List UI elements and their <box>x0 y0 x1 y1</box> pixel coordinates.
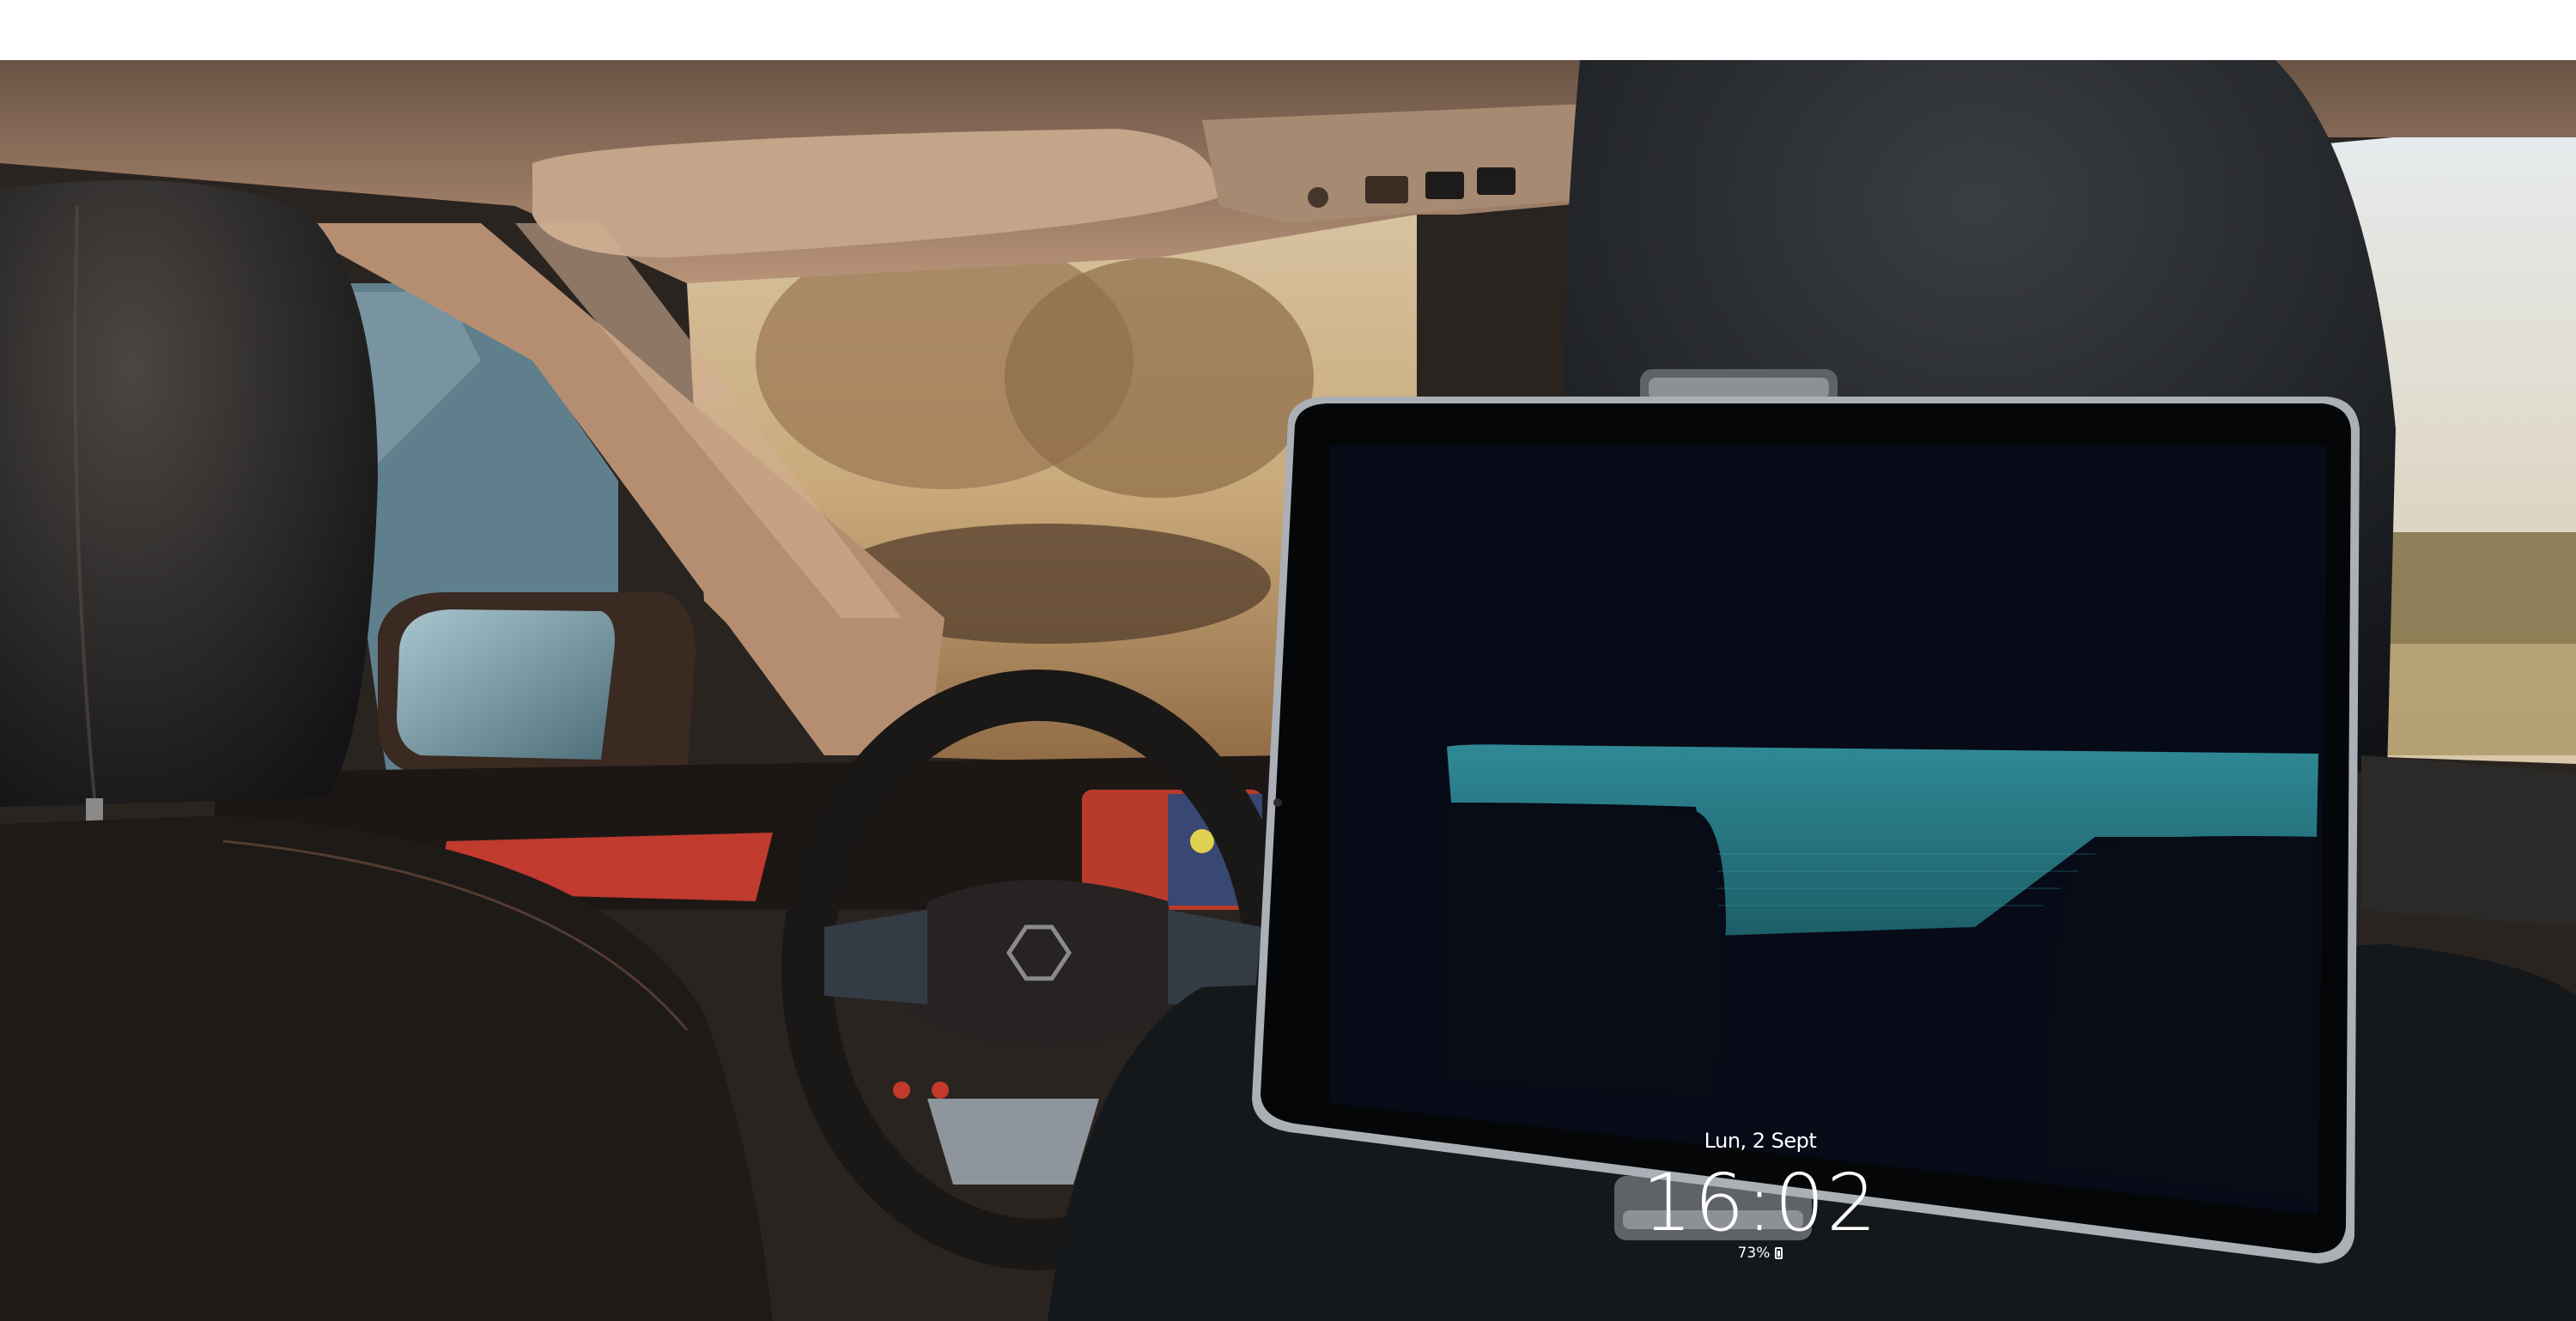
tablet-lockscreen: Lun, 2 Sept 16:02 73% <box>1288 464 2233 1262</box>
battery-icon <box>1775 1247 1783 1259</box>
lockscreen-clock: 16:02 <box>1642 1157 1879 1249</box>
lockscreen-date: Lun, 2 Sept <box>1704 1129 1817 1153</box>
lockscreen-battery-status: 73% <box>1288 1245 2233 1262</box>
battery-percentage: 73% <box>1737 1245 1771 1262</box>
